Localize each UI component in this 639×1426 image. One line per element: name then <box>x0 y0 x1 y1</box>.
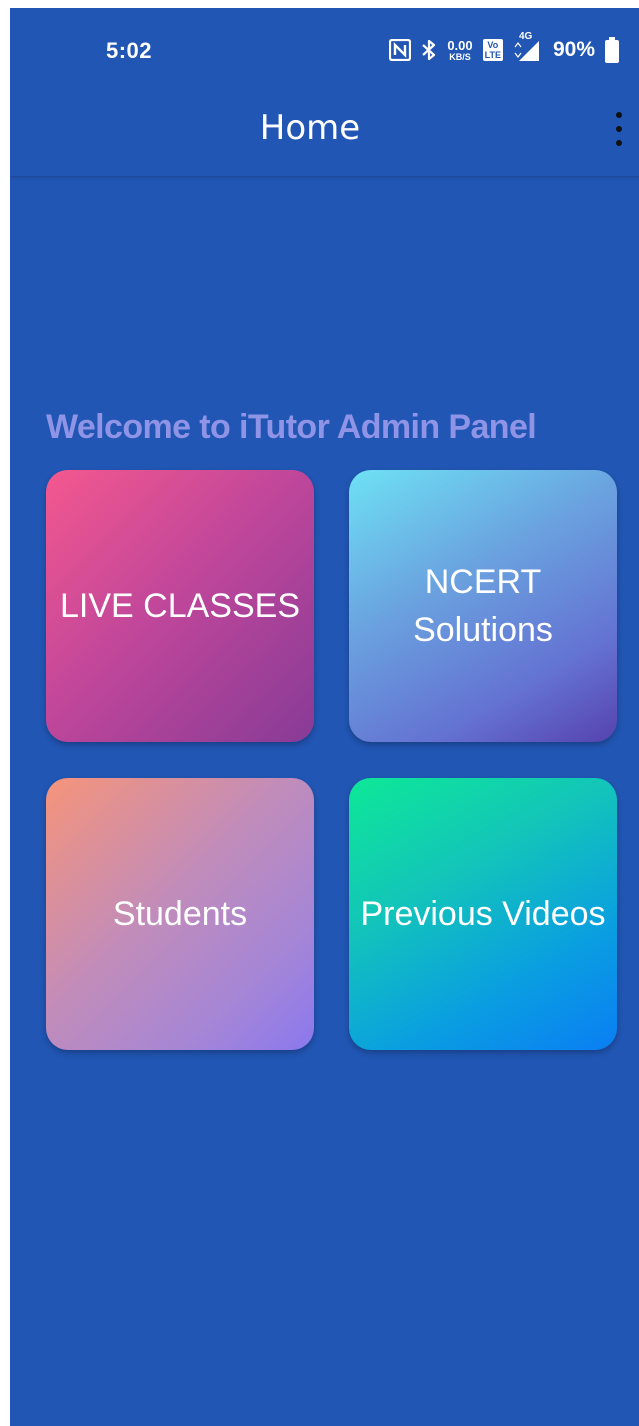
students-label: Students <box>112 895 248 933</box>
network-speed-unit: KB/S <box>449 51 471 62</box>
signal-icon: 4G <box>513 31 543 63</box>
battery-icon <box>605 37 619 63</box>
status-bar: 5:02 0.00 KB/S Vo LTE 4G 90% <box>10 8 639 90</box>
network-speed-value: 0.00 <box>447 37 473 53</box>
page-title: Home <box>259 108 361 148</box>
more-vert-icon[interactable] <box>613 112 625 146</box>
bluetooth-icon <box>421 38 437 62</box>
live-classes-label: LIVE CLASSES <box>59 587 300 625</box>
live-classes-card[interactable]: LIVE CLASSES <box>46 470 314 742</box>
ncert-solutions-card[interactable]: NCERT Solutions <box>349 470 617 742</box>
network-type-label: 4G <box>518 31 533 42</box>
volte-bottom-label: LTE <box>484 50 501 60</box>
screen: 5:02 0.00 KB/S Vo LTE 4G 90% Home Welcom… <box>10 8 639 1426</box>
volte-top-label: Vo <box>487 40 499 50</box>
network-speed: 0.00 KB/S <box>447 39 472 62</box>
menu-dot <box>616 126 622 132</box>
battery-percent: 90% <box>552 38 595 61</box>
menu-dot <box>616 140 622 146</box>
volte-icon: Vo LTE <box>482 39 503 61</box>
nfc-icon <box>389 39 412 61</box>
students-card[interactable]: Students <box>46 778 314 1050</box>
menu-dot <box>616 112 622 118</box>
welcome-heading: Welcome to iTutor Admin Panel <box>46 408 537 446</box>
ncert-solutions-label: NCERT Solutions <box>413 563 553 649</box>
status-time: 5:02 <box>106 38 153 63</box>
previous-videos-label: Previous Videos <box>360 895 606 933</box>
previous-videos-card[interactable]: Previous Videos <box>349 778 617 1050</box>
status-icons: 0.00 KB/S Vo LTE 4G 90% <box>389 31 619 66</box>
app-bar: Home <box>10 90 639 177</box>
